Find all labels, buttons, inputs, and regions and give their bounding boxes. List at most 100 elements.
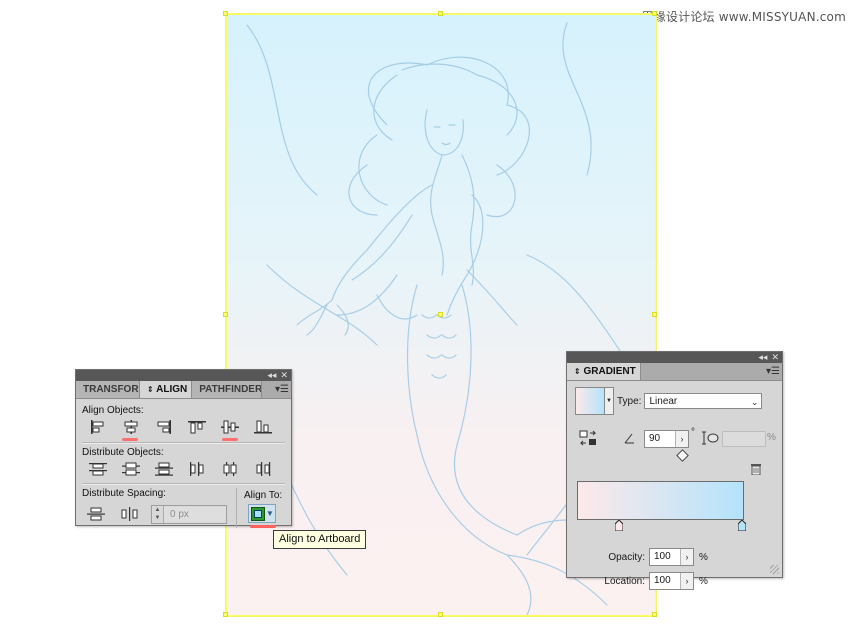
close-icon[interactable]: ✕ [771,353,779,362]
panel-menu-icon[interactable]: ▾☰ [764,363,782,380]
swatch-dropdown-icon[interactable]: ▼ [605,387,614,415]
gradient-swatch-group: ▼ [575,387,614,415]
highlight-underline [122,438,139,441]
handle-bottom-middle[interactable] [438,612,443,617]
highlight-underline [250,525,276,528]
collapse-icon[interactable]: ◂◂ [267,371,276,380]
dist-left-icon [190,462,204,476]
type-select[interactable]: Linear ⌄ [644,393,763,409]
collapse-icon[interactable]: ◂◂ [758,353,767,362]
angle-value[interactable]: 90 [645,431,675,447]
vertical-align-top-button[interactable] [186,418,209,436]
opacity-label: Opacity: [608,551,645,563]
panel-titlebar[interactable]: ◂◂ ✕ [76,370,291,381]
reverse-gradient-icon [579,430,597,446]
tab-transform[interactable]: TRANSFORM [76,381,140,398]
gradient-swatch[interactable] [575,387,605,415]
spacing-input[interactable]: 0 px [164,507,226,522]
vertical-distribute-top-button[interactable] [86,460,109,478]
handle-top-right[interactable] [652,11,657,16]
horizontal-distribute-space-button[interactable] [118,505,142,523]
dist-top-icon [88,463,107,476]
angle-field[interactable]: 90 › [644,430,689,448]
opacity-row: Opacity: 100 › % [603,548,708,566]
distribute-objects-label: Distribute Objects: [82,447,164,458]
gradient-midpoint[interactable] [676,449,689,462]
align-to-artboard-button[interactable]: ▼ [248,504,276,523]
align-right-icon [157,420,171,434]
handle-middle-right[interactable] [652,312,657,317]
distribute-objects-row [86,460,285,478]
align-to-artboard-tooltip: Align to Artboard [273,530,367,549]
vertical-distribute-bottom-button[interactable] [152,460,175,478]
handle-top-middle[interactable] [438,11,443,16]
aspect-ratio-field [722,431,766,447]
type-label: Type: [617,395,642,407]
align-top-icon [188,421,207,434]
tab-align-label: ALIGN [156,384,188,395]
chevron-down-icon[interactable]: ▼ [266,509,274,518]
vertical-distribute-space-button[interactable] [84,505,108,523]
vertical-distribute-center-button[interactable] [119,460,142,478]
reverse-gradient-button[interactable] [579,430,597,449]
chevron-down-icon: ⌄ [750,397,759,407]
tab-pathfinder[interactable]: PATHFINDER [192,381,263,398]
location-value[interactable]: 100 [650,573,680,589]
angle-menu-chevron-icon[interactable]: › [675,431,688,447]
align-hcenter-icon [124,420,138,434]
horizontal-distribute-left-button[interactable] [186,460,209,478]
dist-hcenter-icon [223,462,237,476]
gradient-ramp[interactable] [577,481,744,520]
gradient-stop-left[interactable] [615,520,623,531]
type-select-value: Linear [649,396,678,407]
watermark-text: 思缘设计论坛 www.MISSYUAN.com [641,10,846,24]
tab-gradient[interactable]: ⇕ GRADIENT [567,363,641,380]
vertical-align-bottom-button[interactable] [252,418,275,436]
location-unit: % [699,575,708,587]
spacing-stepper[interactable]: ▲ ▼ 0 px [151,505,227,524]
dist-vcenter-icon [121,462,140,476]
highlight-underline [221,438,238,441]
gradient-stop-right[interactable] [738,520,746,531]
opacity-value[interactable]: 100 [650,549,680,565]
tab-sort-icon: ⇕ [574,367,581,376]
horizontal-align-center-button[interactable] [119,418,142,441]
handle-center[interactable] [438,312,443,317]
dist-right-icon [256,462,271,476]
dist-hspace-icon [121,507,138,521]
opacity-unit: % [699,551,708,563]
horizontal-distribute-right-button[interactable] [252,460,275,478]
align-vcenter-icon [221,420,240,434]
handle-bottom-left[interactable] [223,612,228,617]
gradient-panel: ◂◂ ✕ ⇕ GRADIENT ▾☰ ▼ Type: Linear ⌄ 90 › [566,351,783,590]
dist-vspace-icon [87,507,105,521]
location-field[interactable]: 100 › [649,572,694,590]
handle-bottom-right[interactable] [652,612,657,617]
panel-titlebar[interactable]: ◂◂ ✕ [567,352,782,363]
align-bottom-icon [254,420,273,434]
vertical-align-center-button[interactable] [219,418,242,441]
align-panel: ◂◂ ✕ TRANSFORM ⇕ ALIGN PATHFINDER ▾☰ Ali… [75,369,292,528]
opacity-field[interactable]: 100 › [649,548,694,566]
horizontal-align-right-button[interactable] [152,418,175,436]
opacity-menu-chevron-icon[interactable]: › [680,549,693,565]
horizontal-align-left-button[interactable] [86,418,109,436]
stepper-arrows-icon[interactable]: ▲ ▼ [152,506,164,523]
trash-icon[interactable] [751,463,761,478]
angle-icon [624,432,636,447]
tab-gradient-label: GRADIENT [583,366,636,377]
angle-unit: ° [691,427,695,438]
tab-align[interactable]: ⇕ ALIGN [140,381,193,398]
location-menu-chevron-icon[interactable]: › [680,573,693,589]
location-row: Location: 100 › % [597,572,708,590]
artboard-align-icon [251,506,265,521]
panel-menu-icon[interactable]: ▾☰ [273,381,291,398]
align-to-label: Align To: [244,490,283,501]
aspect-ratio-icon [701,430,719,449]
handle-top-left[interactable] [223,11,228,16]
panel-tabs: ⇕ GRADIENT ▾☰ [567,363,782,381]
handle-middle-left[interactable] [223,312,228,317]
close-icon[interactable]: ✕ [280,371,288,380]
horizontal-distribute-center-button[interactable] [219,460,242,478]
resize-grip-icon[interactable] [770,565,779,574]
